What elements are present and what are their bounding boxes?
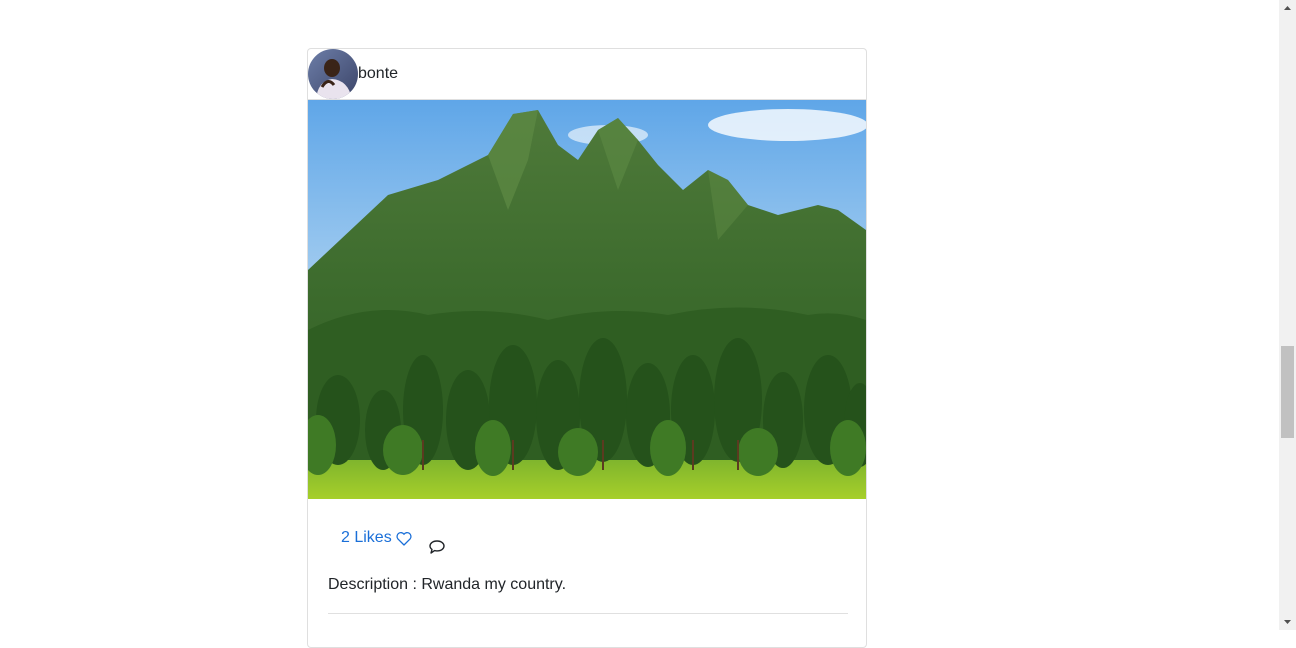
chat-bubble-icon[interactable] (428, 538, 446, 556)
avatar[interactable] (308, 49, 358, 99)
post-username[interactable]: bonte (358, 64, 398, 84)
scroll-up-button[interactable] (1279, 0, 1296, 17)
likes-button[interactable]: 2 Likes (341, 528, 412, 548)
heart-outline-icon (396, 531, 412, 546)
vertical-scrollbar[interactable] (1279, 0, 1296, 630)
likes-count: 2 Likes (341, 529, 392, 546)
scroll-down-button[interactable] (1279, 613, 1296, 630)
post-header: bonte (308, 49, 866, 100)
arrow-up-icon (1284, 6, 1291, 10)
page-viewport: bonte 2 Likes Description: Rwanda my co… (0, 0, 1279, 648)
post-image (308, 100, 866, 499)
post-card: bonte 2 Likes Description: Rwanda my co… (307, 48, 867, 648)
arrow-down-icon (1284, 620, 1291, 624)
scrollbar-thumb[interactable] (1281, 346, 1294, 438)
divider (328, 613, 848, 614)
post-description: Description : Rwanda my country. (328, 576, 567, 593)
